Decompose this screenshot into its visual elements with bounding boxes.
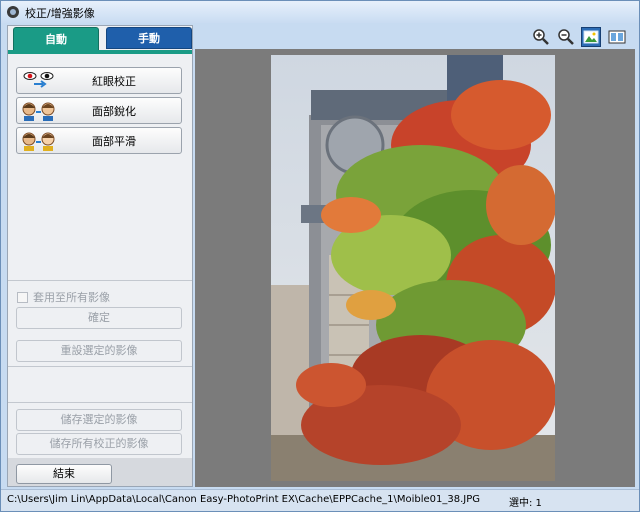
face-sharpen-icon xyxy=(22,102,55,121)
exit-button[interactable]: 結束 xyxy=(16,464,112,484)
face-sharpening-button[interactable]: 面部銳化 xyxy=(16,97,182,124)
save-all-corrected-button[interactable]: 儲存所有校正的影像 xyxy=(16,433,182,455)
status-bar: C:\Users\Jim Lin\AppData\Local\Canon Eas… xyxy=(1,489,639,511)
checkbox-box[interactable] xyxy=(17,291,28,303)
correct-enhance-window: 校正/增強影像 自動 手動 紅眼校正 面部銳化 面部平滑 套用至所有影像 確定 … xyxy=(0,0,640,512)
zoom-out-button[interactable] xyxy=(556,27,576,47)
selected-count: 選中: 1 xyxy=(509,498,542,509)
divider xyxy=(8,366,192,367)
save-selected-button[interactable]: 儲存選定的影像 xyxy=(16,409,182,431)
image-preview-area[interactable] xyxy=(195,49,635,487)
red-eye-correction-label: 紅眼校正 xyxy=(92,74,136,88)
compare-view-button[interactable] xyxy=(607,27,627,47)
app-icon xyxy=(7,6,19,18)
whole-image-icon xyxy=(583,30,599,44)
red-eye-correction-button[interactable]: 紅眼校正 xyxy=(16,67,182,94)
photo-preview xyxy=(271,55,555,481)
face-smooth-icon xyxy=(22,132,55,151)
tab-manual[interactable]: 手動 xyxy=(106,27,192,49)
file-path: C:\Users\Jim Lin\AppData\Local\Canon Eas… xyxy=(7,494,481,505)
window-title: 校正/增強影像 xyxy=(25,7,95,20)
red-eye-icon xyxy=(23,71,54,88)
face-sharpening-label: 面部銳化 xyxy=(92,104,136,118)
tab-auto[interactable]: 自動 xyxy=(13,27,99,51)
apply-to-all-checkbox[interactable]: 套用至所有影像 xyxy=(17,289,110,305)
zoom-in-button[interactable] xyxy=(531,27,551,47)
face-smoothing-button[interactable]: 面部平滑 xyxy=(16,127,182,154)
reset-selected-button[interactable]: 重設選定的影像 xyxy=(16,340,182,362)
divider xyxy=(8,280,192,281)
zoom-in-icon xyxy=(533,29,549,45)
zoom-out-icon xyxy=(558,29,574,45)
divider xyxy=(8,402,192,403)
view-toolbar xyxy=(195,25,635,49)
ok-button[interactable]: 確定 xyxy=(16,307,182,329)
left-panel: 自動 手動 紅眼校正 面部銳化 面部平滑 套用至所有影像 確定 重設選定的影像 … xyxy=(7,25,193,487)
title-bar: 校正/增強影像 xyxy=(1,1,639,23)
compare-view-icon xyxy=(608,30,626,44)
whole-image-view-button[interactable] xyxy=(581,27,601,47)
apply-to-all-label: 套用至所有影像 xyxy=(33,291,110,304)
face-smoothing-label: 面部平滑 xyxy=(92,134,136,148)
tab-underline xyxy=(8,50,192,54)
